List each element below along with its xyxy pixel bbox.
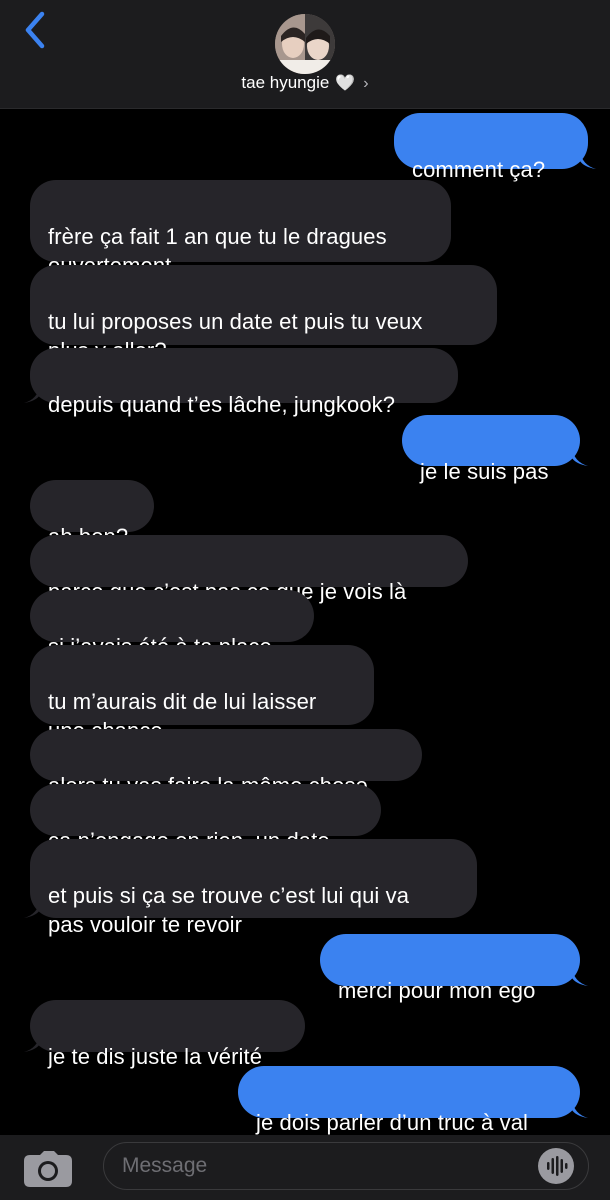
message-bubble-incoming[interactable]: et puis si ça se trouve c’est lui qui va… xyxy=(30,839,477,937)
message-bubble-incoming[interactable]: frère ça fait 1 an que tu le dragues ouv… xyxy=(30,180,451,278)
bubble-tail xyxy=(24,1034,40,1052)
message-bubble-incoming[interactable]: ah bon? xyxy=(30,480,154,549)
message-bubble-incoming[interactable]: depuis quand t’es lâche, jungkook? xyxy=(30,348,458,417)
message-bubble-incoming[interactable]: ça n’engage en rien, un date xyxy=(30,784,381,853)
message-text: comment ça? xyxy=(412,157,546,182)
conversation-header: tae hyungie 🤍 › xyxy=(0,0,610,109)
message-bubble-outgoing[interactable]: je dois parler d’un truc à val xyxy=(238,1066,580,1135)
bubble-tail xyxy=(572,968,588,986)
white-heart-icon: 🤍 xyxy=(335,75,356,92)
message-input[interactable] xyxy=(103,1142,589,1190)
contact-name[interactable]: tae hyungie 🤍 › xyxy=(0,70,610,97)
bubble-tail xyxy=(572,448,588,466)
message-bubble-incoming[interactable]: alors tu vas faire la même chose xyxy=(30,729,422,798)
message-bubble-incoming[interactable]: si j’avais été à ta place xyxy=(30,590,314,659)
composer-bar xyxy=(0,1135,610,1200)
bubble-tail xyxy=(24,385,40,403)
camera-icon[interactable] xyxy=(24,1151,72,1187)
message-bubble-incoming[interactable]: tu m’aurais dit de lui laisser une chanc… xyxy=(30,645,374,743)
message-bubble-incoming[interactable]: tu lui proposes un date et puis tu veux … xyxy=(30,265,497,363)
bubble-tail xyxy=(24,900,40,918)
back-chevron-icon[interactable] xyxy=(18,10,54,50)
chevron-right-icon: › xyxy=(363,75,369,92)
contact-avatar[interactable] xyxy=(275,14,335,74)
message-text: depuis quand t’es lâche, jungkook? xyxy=(48,392,396,417)
message-bubble-outgoing[interactable]: comment ça? xyxy=(394,113,588,182)
message-bubble-incoming[interactable]: je te dis juste la vérité xyxy=(30,1000,305,1069)
bubble-tail xyxy=(580,151,596,169)
message-bubble-outgoing[interactable]: je le suis pas xyxy=(402,415,580,484)
message-text: je te dis juste la vérité xyxy=(48,1044,263,1069)
message-text: merci pour mon ego xyxy=(338,978,536,1003)
message-bubble-incoming[interactable]: parce que c’est pas ce que je vois là xyxy=(30,535,468,604)
message-text: je le suis pas xyxy=(420,459,549,484)
message-text: je dois parler d’un truc à val xyxy=(256,1110,529,1135)
bubble-tail xyxy=(572,1100,588,1118)
message-bubble-outgoing[interactable]: merci pour mon ego xyxy=(320,934,580,1003)
audio-waveform-icon[interactable] xyxy=(538,1148,574,1184)
message-text: et puis si ça se trouve c’est lui qui va… xyxy=(48,883,410,937)
contact-name-label: tae hyungie xyxy=(241,73,330,92)
